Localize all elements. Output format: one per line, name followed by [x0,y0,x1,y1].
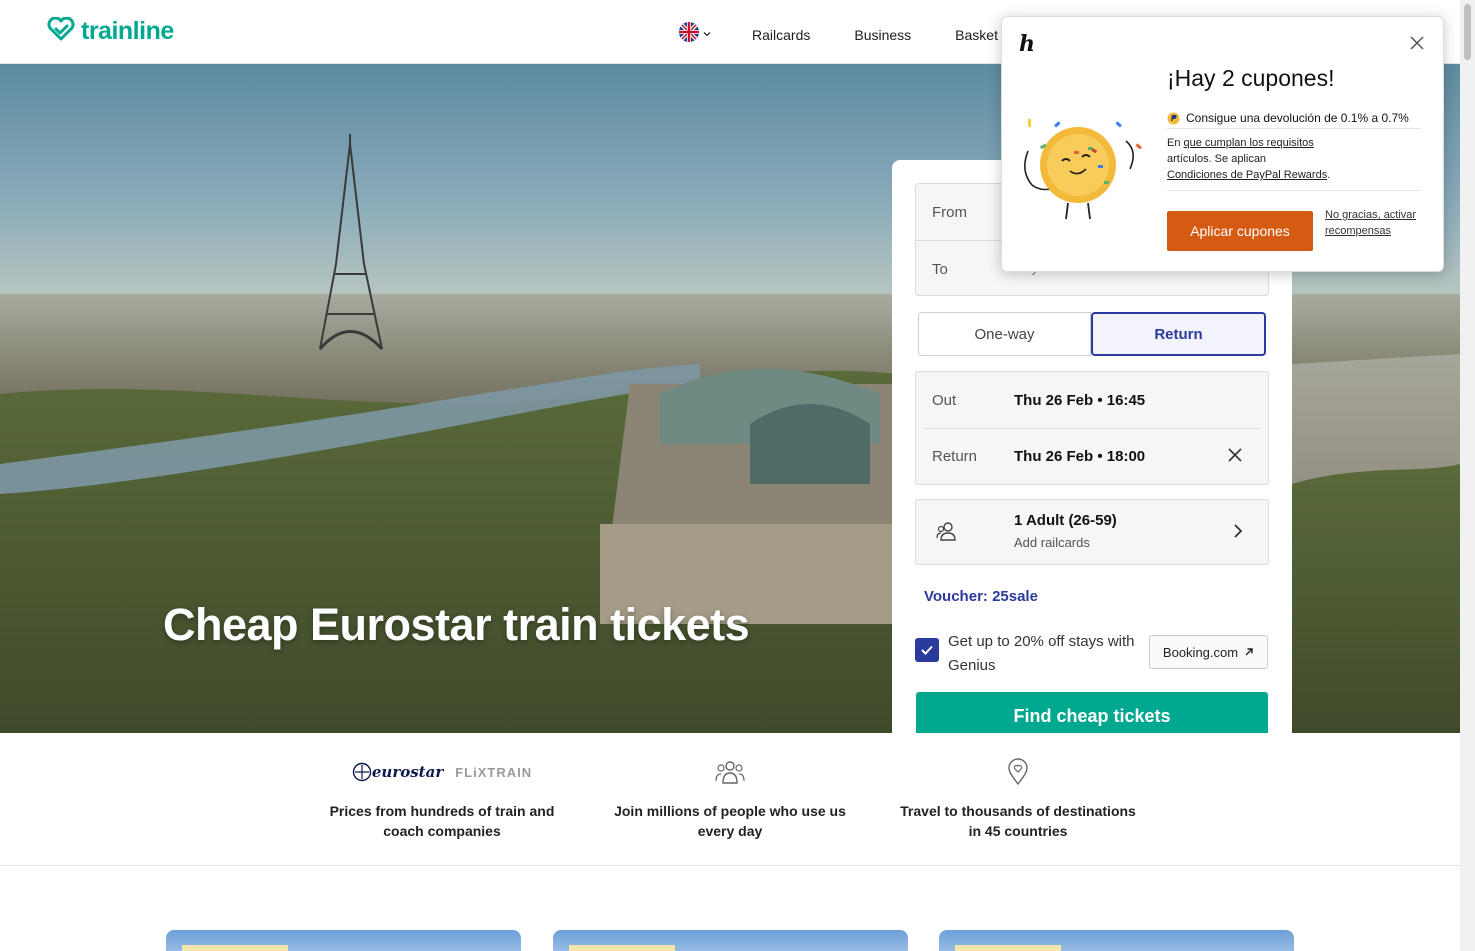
one-way-button[interactable]: One-way [918,312,1091,356]
features-strip: eurostar FLiXTRAIN Prices from hundreds … [0,733,1460,866]
scroll-thumb[interactable] [1464,4,1471,60]
add-railcards-label: Add railcards [1014,535,1090,550]
booking-com-label: Booking.com [1162,644,1239,660]
page: trainline Railcards Business Basket Chea… [0,0,1475,951]
partner-logos: eurostar FLiXTRAIN [322,757,562,787]
booking-com-link[interactable]: Booking.com [1149,635,1268,669]
nav-basket[interactable]: Basket [955,27,998,43]
feature-people-text: Join millions of people who use us every… [614,803,846,839]
passengers-value: 1 Adult (26-59) [1014,512,1117,529]
heart-logo-icon [47,16,75,46]
card-tag [182,945,288,951]
check-icon [921,645,933,655]
eurostar-logo: eurostar [371,763,444,781]
main-nav: Railcards Business Basket [679,22,1042,47]
eurostar-logo-icon [352,762,372,782]
chevron-down-icon [702,26,712,44]
apply-coupons-button[interactable]: Aplicar cupones [1167,211,1313,251]
popup-title: ¡Hay 2 cupones! [1167,65,1335,91]
coin-mascot-icon [1018,111,1142,228]
language-selector[interactable] [679,22,712,47]
genius-text: Get up to 20% off stays with Genius [948,633,1135,674]
return-button[interactable]: Return [1091,312,1266,356]
cashback-text: Consigue una devolución de 0.1% a 0.7% [1186,111,1409,125]
voucher-label[interactable]: Voucher: 25sale [924,588,1038,605]
out-label: Out [932,392,957,409]
destination-card-1[interactable] [166,930,521,951]
feature-destinations: Travel to thousands of destinations in 4… [898,757,1138,841]
honey-logo: h [1019,31,1035,57]
popup-divider [1167,190,1421,191]
paypal-terms-link[interactable]: Condiciones de PayPal Rewards [1167,169,1327,181]
feature-people: Join millions of people who use us every… [610,757,850,841]
nav-railcards[interactable]: Railcards [752,27,810,43]
eligibility-link[interactable]: que cumplan los requisitos [1184,137,1314,149]
return-date-field[interactable]: Return Thu 26 Feb • 18:00 [916,428,1268,484]
chevron-right-icon [1232,522,1244,545]
external-link-icon [1245,648,1253,656]
note-suffix: . [1327,169,1331,181]
from-label: From [932,204,967,221]
uk-flag-icon [679,22,699,47]
dates-box: Out Thu 26 Feb • 16:45 Return Thu 26 Feb… [915,371,1269,485]
feature-destinations-text: Travel to thousands of destinations in 4… [900,803,1136,839]
return-value: Thu 26 Feb • 18:00 [1014,448,1146,465]
note-mid: artículos. Se aplican [1167,153,1267,165]
card-tag [569,945,675,951]
hero-title: Cheap Eurostar train tickets [163,599,750,650]
trainline-logo[interactable]: trainline [47,16,174,46]
passengers-icon [936,520,958,549]
coupon-popup: h ¡Hay 2 cupones! Consigue una devolució… [1001,16,1444,272]
clear-return-icon[interactable] [1226,446,1244,469]
location-pin-icon [898,757,1138,787]
destination-card-2[interactable] [553,930,908,951]
feature-companies-text: Prices from hundreds of train and coach … [329,803,555,839]
genius-checkbox[interactable] [915,638,939,662]
no-thanks-link[interactable]: No gracias, activar recompensas [1325,207,1425,239]
people-icon [610,757,850,787]
cashback-info: Consigue una devolución de 0.1% a 0.7% [1167,111,1409,125]
feature-companies: eurostar FLiXTRAIN Prices from hundreds … [322,757,562,841]
paypal-rewards-icon [1167,112,1180,124]
card-tag [955,945,1061,951]
logo-text: trainline [81,17,174,45]
note-prefix: En [1167,137,1184,149]
flixtrain-logo: FLiXTRAIN [455,764,533,780]
close-icon[interactable] [1409,35,1425,56]
trip-type-toggle: One-way Return [918,312,1266,356]
genius-offer: Get up to 20% off stays with Genius Book… [915,630,1269,684]
popup-terms-note: En que cumplan los requisitos artículos.… [1167,135,1387,183]
nav-business[interactable]: Business [854,27,911,43]
destination-card-3[interactable] [939,930,1294,951]
to-label: To [932,261,948,278]
passengers-field[interactable]: 1 Adult (26-59) Add railcards [915,499,1269,565]
popup-divider [1167,128,1421,129]
page-scrollbar[interactable] [1460,0,1475,951]
out-value: Thu 26 Feb • 16:45 [1014,392,1146,409]
return-label: Return [932,448,978,465]
out-date-field[interactable]: Out Thu 26 Feb • 16:45 [916,372,1268,428]
